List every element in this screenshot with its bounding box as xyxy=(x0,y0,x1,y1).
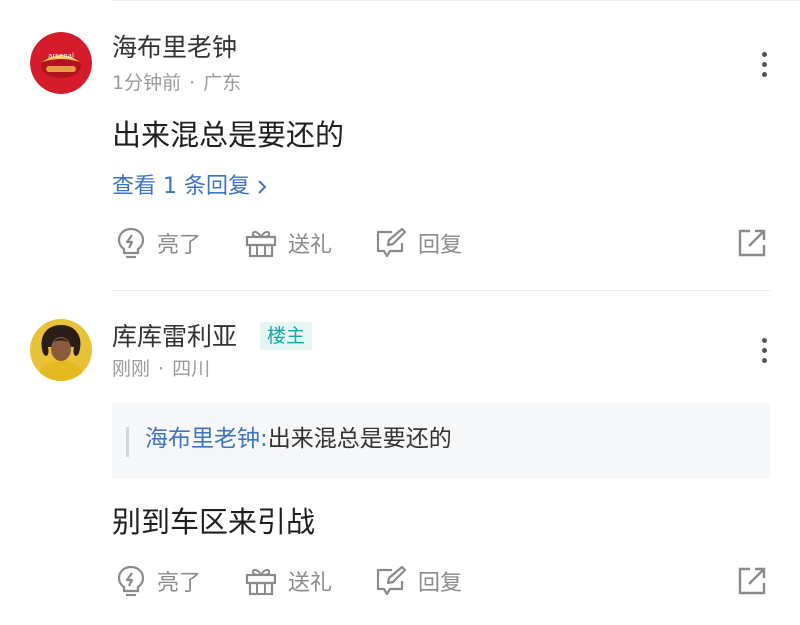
quoted-comment[interactable]: 海布里老钟:出来混总是要还的 xyxy=(112,403,770,479)
gift-button[interactable]: 送礼 xyxy=(244,223,332,263)
meta-separator: · xyxy=(189,72,196,94)
gift-label: 送礼 xyxy=(288,571,333,596)
like-button[interactable]: 亮了 xyxy=(115,561,201,601)
more-vertical-icon xyxy=(762,338,767,343)
share-icon xyxy=(738,567,766,595)
location: 四川 xyxy=(172,358,211,380)
meta-separator: · xyxy=(158,358,165,380)
quote-bar xyxy=(126,427,129,457)
gift-label: 送礼 xyxy=(288,233,333,258)
comment-meta: 刚刚 · 四川 xyxy=(112,356,210,382)
like-label: 亮了 xyxy=(157,571,202,596)
action-bar: 亮了 送礼 回复 xyxy=(112,223,770,263)
comment-text: 出来混总是要还的 xyxy=(112,118,345,152)
share-button[interactable] xyxy=(736,565,768,601)
timestamp: 1分钟前 xyxy=(112,72,182,94)
svg-text:arsenal: arsenal xyxy=(48,52,74,60)
comment-item: 库库雷利亚 楼主 刚刚 · 四川 海布里老钟:出来混总是要还的 别到车区来引战 亮了 xyxy=(0,291,800,625)
quote-author[interactable]: 海布里老钟: xyxy=(145,426,268,452)
gift-icon xyxy=(245,230,277,258)
username[interactable]: 库库雷利亚 xyxy=(112,321,237,353)
more-options-button[interactable] xyxy=(754,336,774,366)
avatar[interactable] xyxy=(30,319,92,381)
more-options-button[interactable] xyxy=(754,50,774,80)
avatar[interactable]: arsenal xyxy=(30,32,92,94)
username[interactable]: 海布里老钟 xyxy=(112,32,237,64)
comment-text: 别到车区来引战 xyxy=(112,505,316,539)
share-icon xyxy=(738,229,766,257)
edit-reply-icon xyxy=(376,565,407,596)
like-label: 亮了 xyxy=(157,233,202,258)
edit-reply-icon xyxy=(376,227,407,258)
reply-button[interactable]: 回复 xyxy=(374,561,462,601)
lightbulb-icon xyxy=(117,565,145,597)
comment-item: arsenal 海布里老钟 1分钟前 · 广东 出来混总是要还的 查看 1 条回复 … xyxy=(0,0,800,290)
chevron-right-icon xyxy=(258,180,267,194)
view-replies-label: 查看 1 条回复 xyxy=(112,174,250,199)
action-bar: 亮了 送礼 回复 xyxy=(112,561,770,601)
view-replies-link[interactable]: 查看 1 条回复 xyxy=(112,172,268,202)
lightbulb-icon xyxy=(117,227,145,259)
reply-label: 回复 xyxy=(418,233,463,258)
op-badge: 楼主 xyxy=(260,322,313,350)
share-button[interactable] xyxy=(736,227,768,263)
quote-text-line: 海布里老钟:出来混总是要还的 xyxy=(145,423,452,455)
reply-button[interactable]: 回复 xyxy=(374,223,462,263)
like-button[interactable]: 亮了 xyxy=(115,223,201,263)
quote-text: 出来混总是要还的 xyxy=(267,426,452,452)
comment-meta: 1分钟前 · 广东 xyxy=(112,70,241,96)
more-vertical-icon xyxy=(762,52,767,57)
reply-label: 回复 xyxy=(418,571,463,596)
gift-icon xyxy=(245,568,277,596)
timestamp: 刚刚 xyxy=(112,358,151,380)
location: 广东 xyxy=(203,72,242,94)
gift-button[interactable]: 送礼 xyxy=(244,561,332,601)
